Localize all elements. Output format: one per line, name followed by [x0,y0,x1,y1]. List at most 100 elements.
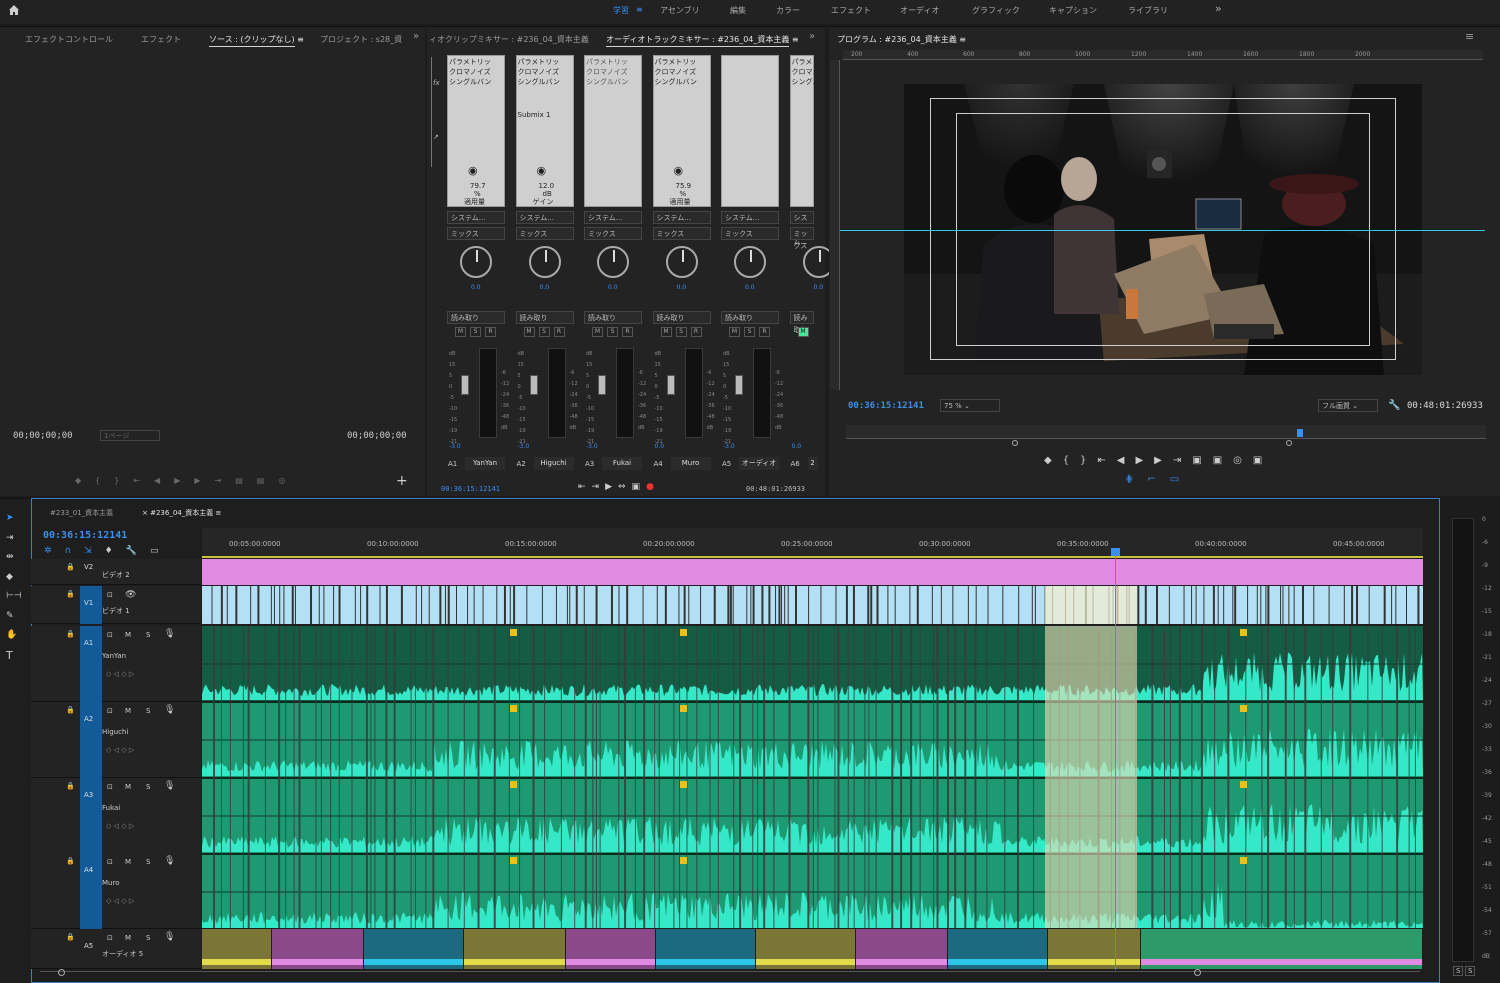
mixer-msr-button[interactable]: S [744,327,755,337]
system-select[interactable]: システム... [789,211,814,246]
fx-slot-label[interactable]: クロマノイズ [655,67,697,77]
track-target[interactable] [80,702,102,778]
mixer-msr-button[interactable]: R [622,327,633,337]
mixer-strip-fx-rack[interactable]: パラメトリッ クロマノイズ シングルバン [584,55,642,207]
source-timecode-in[interactable]: 00;00;00;00 [13,431,73,441]
fx-slot-label[interactable]: クロマノイズ [586,67,628,77]
v2-clip[interactable] [202,559,1423,585]
pan-value[interactable]: 0.0 [471,284,481,291]
fx-badge-icon[interactable] [510,705,517,712]
fx-slot-label[interactable]: パラメトリッ [792,57,834,67]
add-button-icon[interactable]: + [396,473,408,489]
workspace-tab-assembly[interactable]: アセンブリ [660,5,700,16]
mute-button[interactable]: M [125,631,131,639]
mixer-msr-button[interactable]: S [538,327,550,337]
mixer-msr-button[interactable]: M [592,327,603,337]
microphone-icon[interactable]: 🎙 [164,856,175,866]
work-area-bar[interactable] [202,556,1423,558]
program-transport-controls[interactable]: ◆{}⇤◀▶▶⇥▣▣◎▣ [1044,455,1354,469]
solo-button[interactable]: S [146,858,150,866]
sync-lock-icon[interactable]: ⊡ [107,631,113,639]
track-name-field[interactable]: Higuchi [533,457,574,470]
workspace-tab-captions[interactable]: キャプション [1049,5,1097,16]
keyframe-nav[interactable]: ◇ ◁ ◇ ▷ [106,897,134,905]
mix-select[interactable]: ミックス [721,227,779,240]
mix-select[interactable]: ミックス [515,227,574,240]
microphone-icon[interactable]: 🎙 [164,705,175,715]
fx-slot-label[interactable]: パラメトリッ [655,57,697,67]
mix-select[interactable]: ミックス [652,227,711,240]
ripple-edit-icon[interactable]: ⇹ [6,552,14,562]
selection-tool-icon[interactable]: ➤ [6,513,14,523]
zoom-handle-right[interactable] [1286,440,1292,446]
lock-icon[interactable]: 🔒 [66,782,75,790]
system-select[interactable]: システム... [652,211,711,224]
fx-badge-icon[interactable] [680,781,687,788]
workspace-tab-edit[interactable]: 編集 [730,5,746,16]
track-name-field[interactable]: Muro [670,457,711,470]
keyframe-nav[interactable]: ◇ ◁ ◇ ▷ [106,670,134,678]
sync-lock-icon[interactable]: ⊡ [107,591,113,599]
fx-slot-label[interactable]: シングルバン [518,77,560,87]
program-scrub-bar[interactable] [846,425,1486,439]
lock-icon[interactable]: 🔒 [66,706,75,714]
fx-badge-icon[interactable] [510,857,517,864]
mixer-msr-button[interactable]: M [455,327,466,337]
mute-button[interactable]: M [125,783,131,791]
hand-tool-icon[interactable]: ✋ [6,630,17,640]
mute-button[interactable]: M [125,934,131,942]
pan-value[interactable]: 0.0 [540,284,550,291]
solo-right-button[interactable]: S [1465,966,1476,976]
solo-left-button[interactable]: S [1453,966,1464,976]
mixer-msr-button[interactable]: S [470,327,481,337]
lock-icon[interactable]: 🔒 [66,933,75,941]
workspace-menu-icon[interactable]: ≡ [636,5,643,14]
track-name-field[interactable]: YanYan [465,457,505,470]
record-icon[interactable]: ● [646,482,660,492]
tab-audio-clip-mixer[interactable]: ィオクリップミキサー : #236_04_資本主義 [429,34,589,45]
lock-icon[interactable]: 🔒 [66,563,75,571]
home-icon[interactable] [8,4,20,16]
fx-slot-label[interactable]: パラメトリッ [449,57,491,67]
workspace-tab-effects[interactable]: エフェクト [831,5,871,16]
fx-badge-icon[interactable] [510,781,517,788]
mute-button[interactable]: M [125,858,131,866]
system-select[interactable]: システム... [584,211,642,224]
timeline-scrollbar[interactable] [40,971,1420,977]
mixer-msr-button[interactable]: S [675,327,687,337]
automation-read-select[interactable]: 読み取り [515,311,574,324]
automation-read-select[interactable]: 読み取り [789,311,814,334]
solo-button[interactable]: S [146,934,150,942]
tab-effect-controls[interactable]: エフェクトコントロール [25,34,113,45]
tab-source[interactable]: ソース : (クリップなし) ≡ [209,34,304,47]
automation-read-select[interactable]: 読み取り [584,311,642,324]
fx-badge-icon[interactable] [680,629,687,636]
volume-fader[interactable] [666,375,675,395]
mixer-strip-fx-rack[interactable]: パラメトリッ クロマノイズ シングルバン [789,55,834,207]
sync-lock-icon[interactable]: ⊡ [107,934,113,942]
system-select[interactable]: システム... [721,211,779,224]
solo-button[interactable]: S [146,783,150,791]
workspace-tab-color[interactable]: カラー [776,5,800,16]
track-name-field[interactable]: オーディオ [739,457,779,470]
track-target[interactable] [80,853,102,929]
fx-slot-label[interactable]: クロマノイズ [449,67,491,77]
tab-audio-track-mixer[interactable]: オーディオトラックミキサー : #236_04_資本主義 ≡ [606,34,799,47]
keyframe-nav[interactable]: ◇ ◁ ◇ ▷ [106,822,134,830]
fx-knob-icon[interactable]: ◉ [537,164,547,177]
system-select[interactable]: システム... [515,211,574,224]
solo-button[interactable]: S [146,707,150,715]
mixer-msr-button[interactable]: M [797,327,809,337]
microphone-icon[interactable]: 🎙 [164,932,175,942]
razor-icon[interactable]: ◆ [6,572,13,582]
source-page-select[interactable]: 1ページ [100,430,160,441]
workspace-tab-graphics[interactable]: グラフィック [972,5,1020,16]
timeline-playhead-handle[interactable] [1111,548,1120,556]
program-view-controls[interactable]: ⋕⌐▭ [1125,474,1195,486]
mute-button[interactable]: M [125,707,131,715]
mixer-transport-controls[interactable]: ⇤⇥▶⇔▣● [578,482,683,494]
scroll-handle-right[interactable] [1194,969,1201,976]
fx-slot-label[interactable]: シングルバン [655,77,697,87]
fx-slot-label[interactable]: パラメトリッ [518,57,560,67]
sync-lock-icon[interactable]: ⊡ [107,783,113,791]
